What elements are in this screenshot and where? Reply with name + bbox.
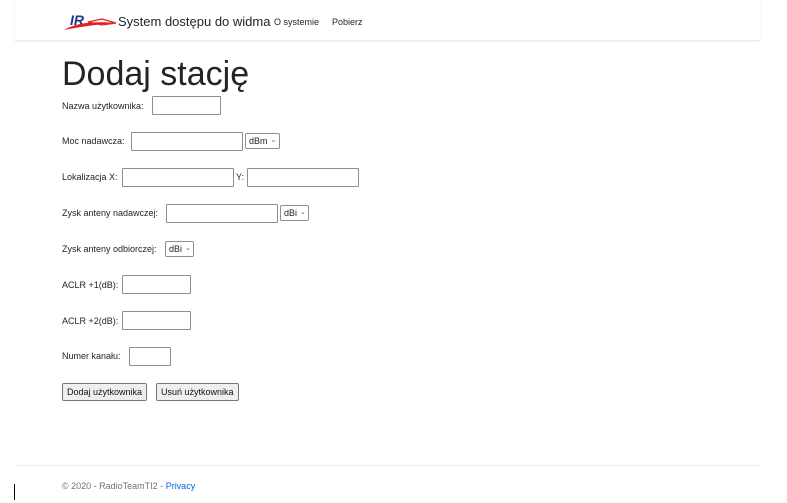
privacy-link[interactable]: Privacy <box>166 481 196 491</box>
chevron-down-icon: ⌄ <box>185 245 191 252</box>
brand-link[interactable]: System dostępu do widma <box>118 14 270 29</box>
location-x-label: Lokalizacja X: <box>62 172 118 182</box>
ir-logo[interactable]: IR <box>62 11 118 33</box>
remove-user-button[interactable]: Usuń użytkownika <box>156 383 239 401</box>
rx-gain-label: Zysk anteny odbiorczej: <box>62 244 157 254</box>
channel-label: Numer kanału: <box>62 351 121 361</box>
aclr2-input[interactable] <box>122 311 191 330</box>
tx-power-label: Moc nadawcza: <box>62 136 125 146</box>
tx-gain-label: Zysk anteny nadawczej: <box>62 208 159 218</box>
location-y-input[interactable] <box>247 168 359 187</box>
user-name-label: Nazwa użytkownika: <box>62 101 144 111</box>
tx-power-input[interactable] <box>131 132 243 151</box>
chevron-down-icon: ⌄ <box>270 137 277 144</box>
copyright-text: © 2020 - RadioTeamTI2 - <box>62 481 166 491</box>
chevron-down-icon: ⌄ <box>300 209 306 216</box>
channel-input[interactable] <box>129 347 171 366</box>
nav-download[interactable]: Pobierz <box>332 17 363 27</box>
tx-gain-unit-select[interactable]: dBi ⌄ <box>280 205 309 221</box>
rx-gain-unit-select[interactable]: dBi ⌄ <box>165 241 194 257</box>
rx-gain-unit-value: dBi <box>169 244 183 254</box>
aclr1-input[interactable] <box>122 275 191 294</box>
aclr2-label: ACLR +2(dB): <box>62 316 119 326</box>
tx-power-unit-value: dBm <box>249 136 268 146</box>
footer: © 2020 - RadioTeamTI2 - Privacy <box>15 465 760 503</box>
text-cursor <box>14 484 15 500</box>
tx-gain-input[interactable] <box>166 204 278 223</box>
aclr1-label: ACLR +1(dB): <box>62 280 119 290</box>
location-y-label: Y: <box>236 172 245 182</box>
location-x-input[interactable] <box>122 168 234 187</box>
add-user-button[interactable]: Dodaj użytkownika <box>62 383 148 401</box>
tx-gain-unit-value: dBi <box>284 208 298 218</box>
user-name-input[interactable] <box>152 96 221 115</box>
nav-about[interactable]: O systemie <box>274 17 319 27</box>
tx-power-unit-select[interactable]: dBm ⌄ <box>245 133 280 149</box>
footer-text: © 2020 - RadioTeamTI2 - Privacy <box>62 481 195 491</box>
page-title: Dodaj stację <box>62 55 250 93</box>
